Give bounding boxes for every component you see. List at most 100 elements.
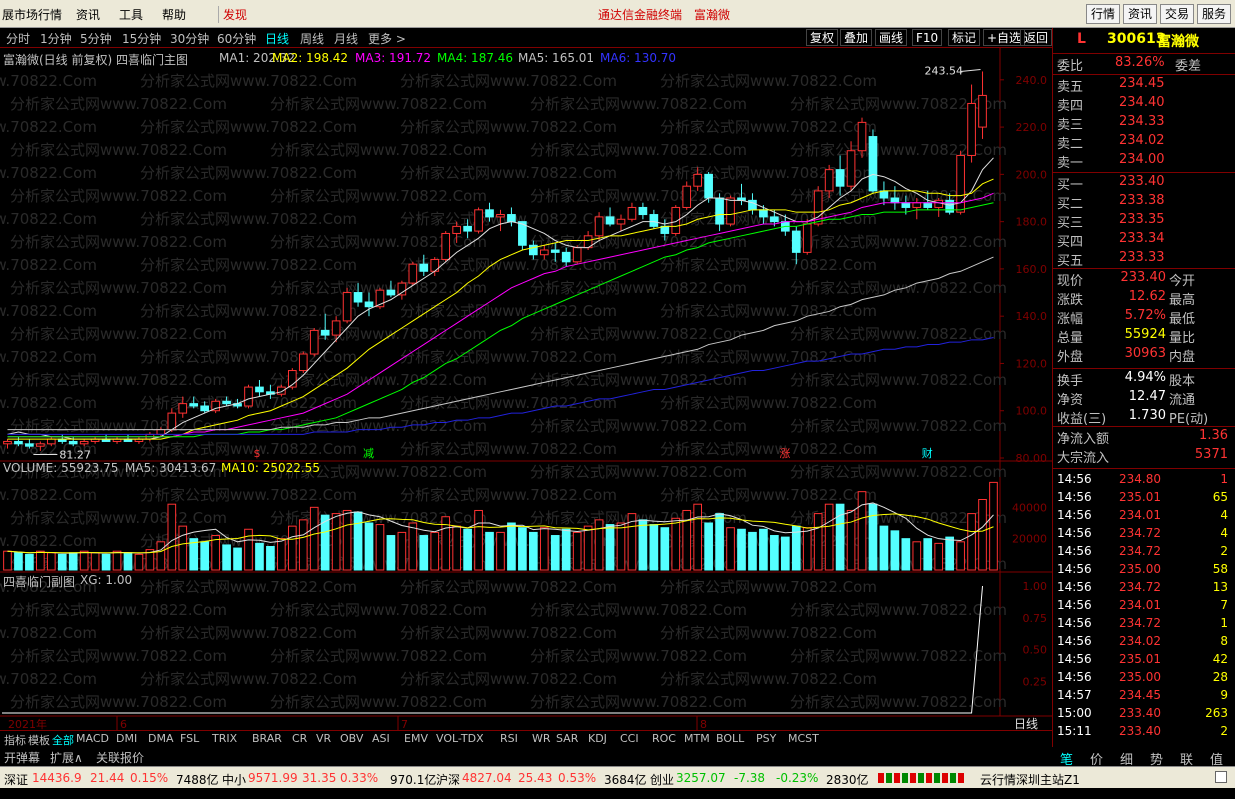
btn-service[interactable]: 服务 [1197, 4, 1231, 24]
candle-body[interactable] [68, 440, 78, 445]
candle-body[interactable] [309, 329, 319, 355]
indicator-tab[interactable]: BOLL [716, 732, 744, 745]
candle-body[interactable] [353, 292, 363, 303]
indicator-tab[interactable]: CR [292, 732, 307, 745]
period-monthly[interactable]: 月线 [334, 30, 358, 47]
candle-body[interactable] [539, 249, 549, 256]
candle-body[interactable] [298, 353, 308, 372]
candle-body[interactable] [726, 197, 735, 225]
ask-level-3[interactable]: 卖三 234.33 [1057, 114, 1232, 133]
btn-trade[interactable]: 交易 [1160, 4, 1194, 24]
candle-body[interactable] [627, 206, 637, 220]
candle-body[interactable] [331, 320, 341, 336]
candle-body[interactable] [715, 197, 724, 225]
candle-body[interactable] [419, 263, 429, 272]
indicator-tab[interactable]: EMV [404, 732, 428, 745]
candle-body[interactable] [978, 94, 987, 128]
indicator-tab[interactable]: MCST [788, 732, 819, 745]
ask-level-1[interactable]: 卖一 234.00 [1057, 152, 1232, 171]
indicator-tab[interactable]: 指标 [4, 732, 26, 748]
candle-body[interactable] [386, 289, 396, 296]
indicator-tab[interactable]: 模板 [28, 732, 50, 748]
menu-market[interactable]: 展市场行情 [2, 6, 62, 23]
candle-body[interactable] [594, 216, 604, 237]
candle-body[interactable] [967, 102, 976, 156]
candle-body[interactable] [945, 199, 954, 213]
candle-body[interactable] [507, 214, 516, 223]
candle-body[interactable] [46, 438, 56, 445]
btn-related-quotes[interactable]: 关联报价 [96, 749, 144, 766]
candle-body[interactable] [693, 173, 703, 187]
candle-body[interactable] [638, 206, 648, 216]
menu-help[interactable]: 帮助 [162, 6, 186, 23]
candle-body[interactable] [923, 202, 933, 208]
candle-body[interactable] [452, 225, 461, 234]
candle-body[interactable] [605, 216, 615, 225]
candle-body[interactable] [846, 150, 856, 187]
candle-body[interactable] [824, 169, 834, 192]
btn-quotes[interactable]: 行情 [1086, 4, 1120, 24]
indicator-tab[interactable]: OBV [340, 732, 363, 745]
server-name[interactable]: 云行情深圳主站Z1 [980, 771, 1080, 788]
indicator-tab[interactable]: FSL [180, 732, 199, 745]
btn-f10[interactable]: F10 [912, 29, 943, 46]
period-daily[interactable]: 日线 [265, 30, 289, 47]
candle-body[interactable] [441, 232, 451, 260]
event-marker[interactable]: $ [253, 447, 260, 460]
period-more[interactable]: 更多 > [368, 30, 406, 47]
candle-body[interactable] [167, 412, 177, 431]
btn-back[interactable]: 返回 [1020, 29, 1053, 46]
candle-body[interactable] [868, 136, 878, 192]
indicator-tab[interactable]: BRAR [252, 732, 282, 745]
indicator-tab[interactable]: VR [316, 732, 331, 745]
event-marker[interactable]: 涨 [779, 447, 790, 460]
menu-discover[interactable]: 发现 [218, 6, 247, 23]
chart-area[interactable]: 分析家公式网www.70822.Com 分析家公式网www.70822.Com 分析… [0, 48, 1052, 733]
ask-level-2[interactable]: 卖二 234.02 [1057, 133, 1232, 152]
candle-body[interactable] [649, 214, 659, 227]
candle-body[interactable] [835, 169, 845, 187]
candle-body[interactable] [485, 209, 494, 218]
candle-body[interactable] [561, 251, 571, 263]
candle-body[interactable] [474, 209, 483, 232]
indicator-tab[interactable]: KDJ [588, 732, 607, 745]
candle-body[interactable] [770, 216, 779, 223]
candle-body[interactable] [934, 199, 944, 208]
period-weekly[interactable]: 周线 [300, 30, 324, 47]
period-15min[interactable]: 15分钟 [122, 30, 161, 47]
event-marker[interactable]: 财 [922, 446, 933, 460]
period-60min[interactable]: 60分钟 [217, 30, 256, 47]
candle-body[interactable] [255, 386, 264, 393]
indicator-tab[interactable]: DMA [148, 732, 174, 745]
candle-body[interactable] [550, 249, 560, 253]
candle-body[interactable] [244, 386, 253, 407]
candle-body[interactable] [901, 202, 911, 208]
event-marker[interactable]: 减 [363, 447, 374, 460]
indicator-tab[interactable]: CCI [620, 732, 639, 745]
candle-body[interactable] [791, 230, 801, 253]
indicator-tab[interactable]: 全部 [52, 732, 74, 748]
indicator-tab[interactable]: PSY [756, 732, 776, 745]
candle-body[interactable] [156, 429, 166, 435]
candle-body[interactable] [14, 440, 23, 445]
candle-body[interactable] [178, 403, 188, 414]
bid-level-5[interactable]: 买五 233.33 [1057, 250, 1232, 269]
candle-body[interactable] [496, 214, 505, 218]
menu-news[interactable]: 资讯 [76, 6, 100, 23]
candle-body[interactable] [912, 202, 922, 208]
ask-level-4[interactable]: 卖四 234.40 [1057, 95, 1232, 114]
candle-body[interactable] [222, 400, 231, 405]
period-30min[interactable]: 30分钟 [170, 30, 209, 47]
candle-body[interactable] [36, 443, 45, 447]
indicator-tab[interactable]: MTM [684, 732, 710, 745]
btn-overlay[interactable]: 叠加 [840, 29, 873, 46]
btn-expand[interactable]: 扩展∧ [50, 749, 83, 766]
candle-body[interactable] [616, 218, 626, 225]
candle-body[interactable] [189, 403, 199, 407]
bid-level-3[interactable]: 买三 233.35 [1057, 212, 1232, 231]
period-5min[interactable]: 5分钟 [80, 30, 112, 47]
candle-body[interactable] [3, 440, 12, 445]
indicator-tab[interactable]: TRIX [212, 732, 237, 745]
indicator-tab[interactable]: WR [532, 732, 551, 745]
candle-body[interactable] [572, 247, 582, 263]
